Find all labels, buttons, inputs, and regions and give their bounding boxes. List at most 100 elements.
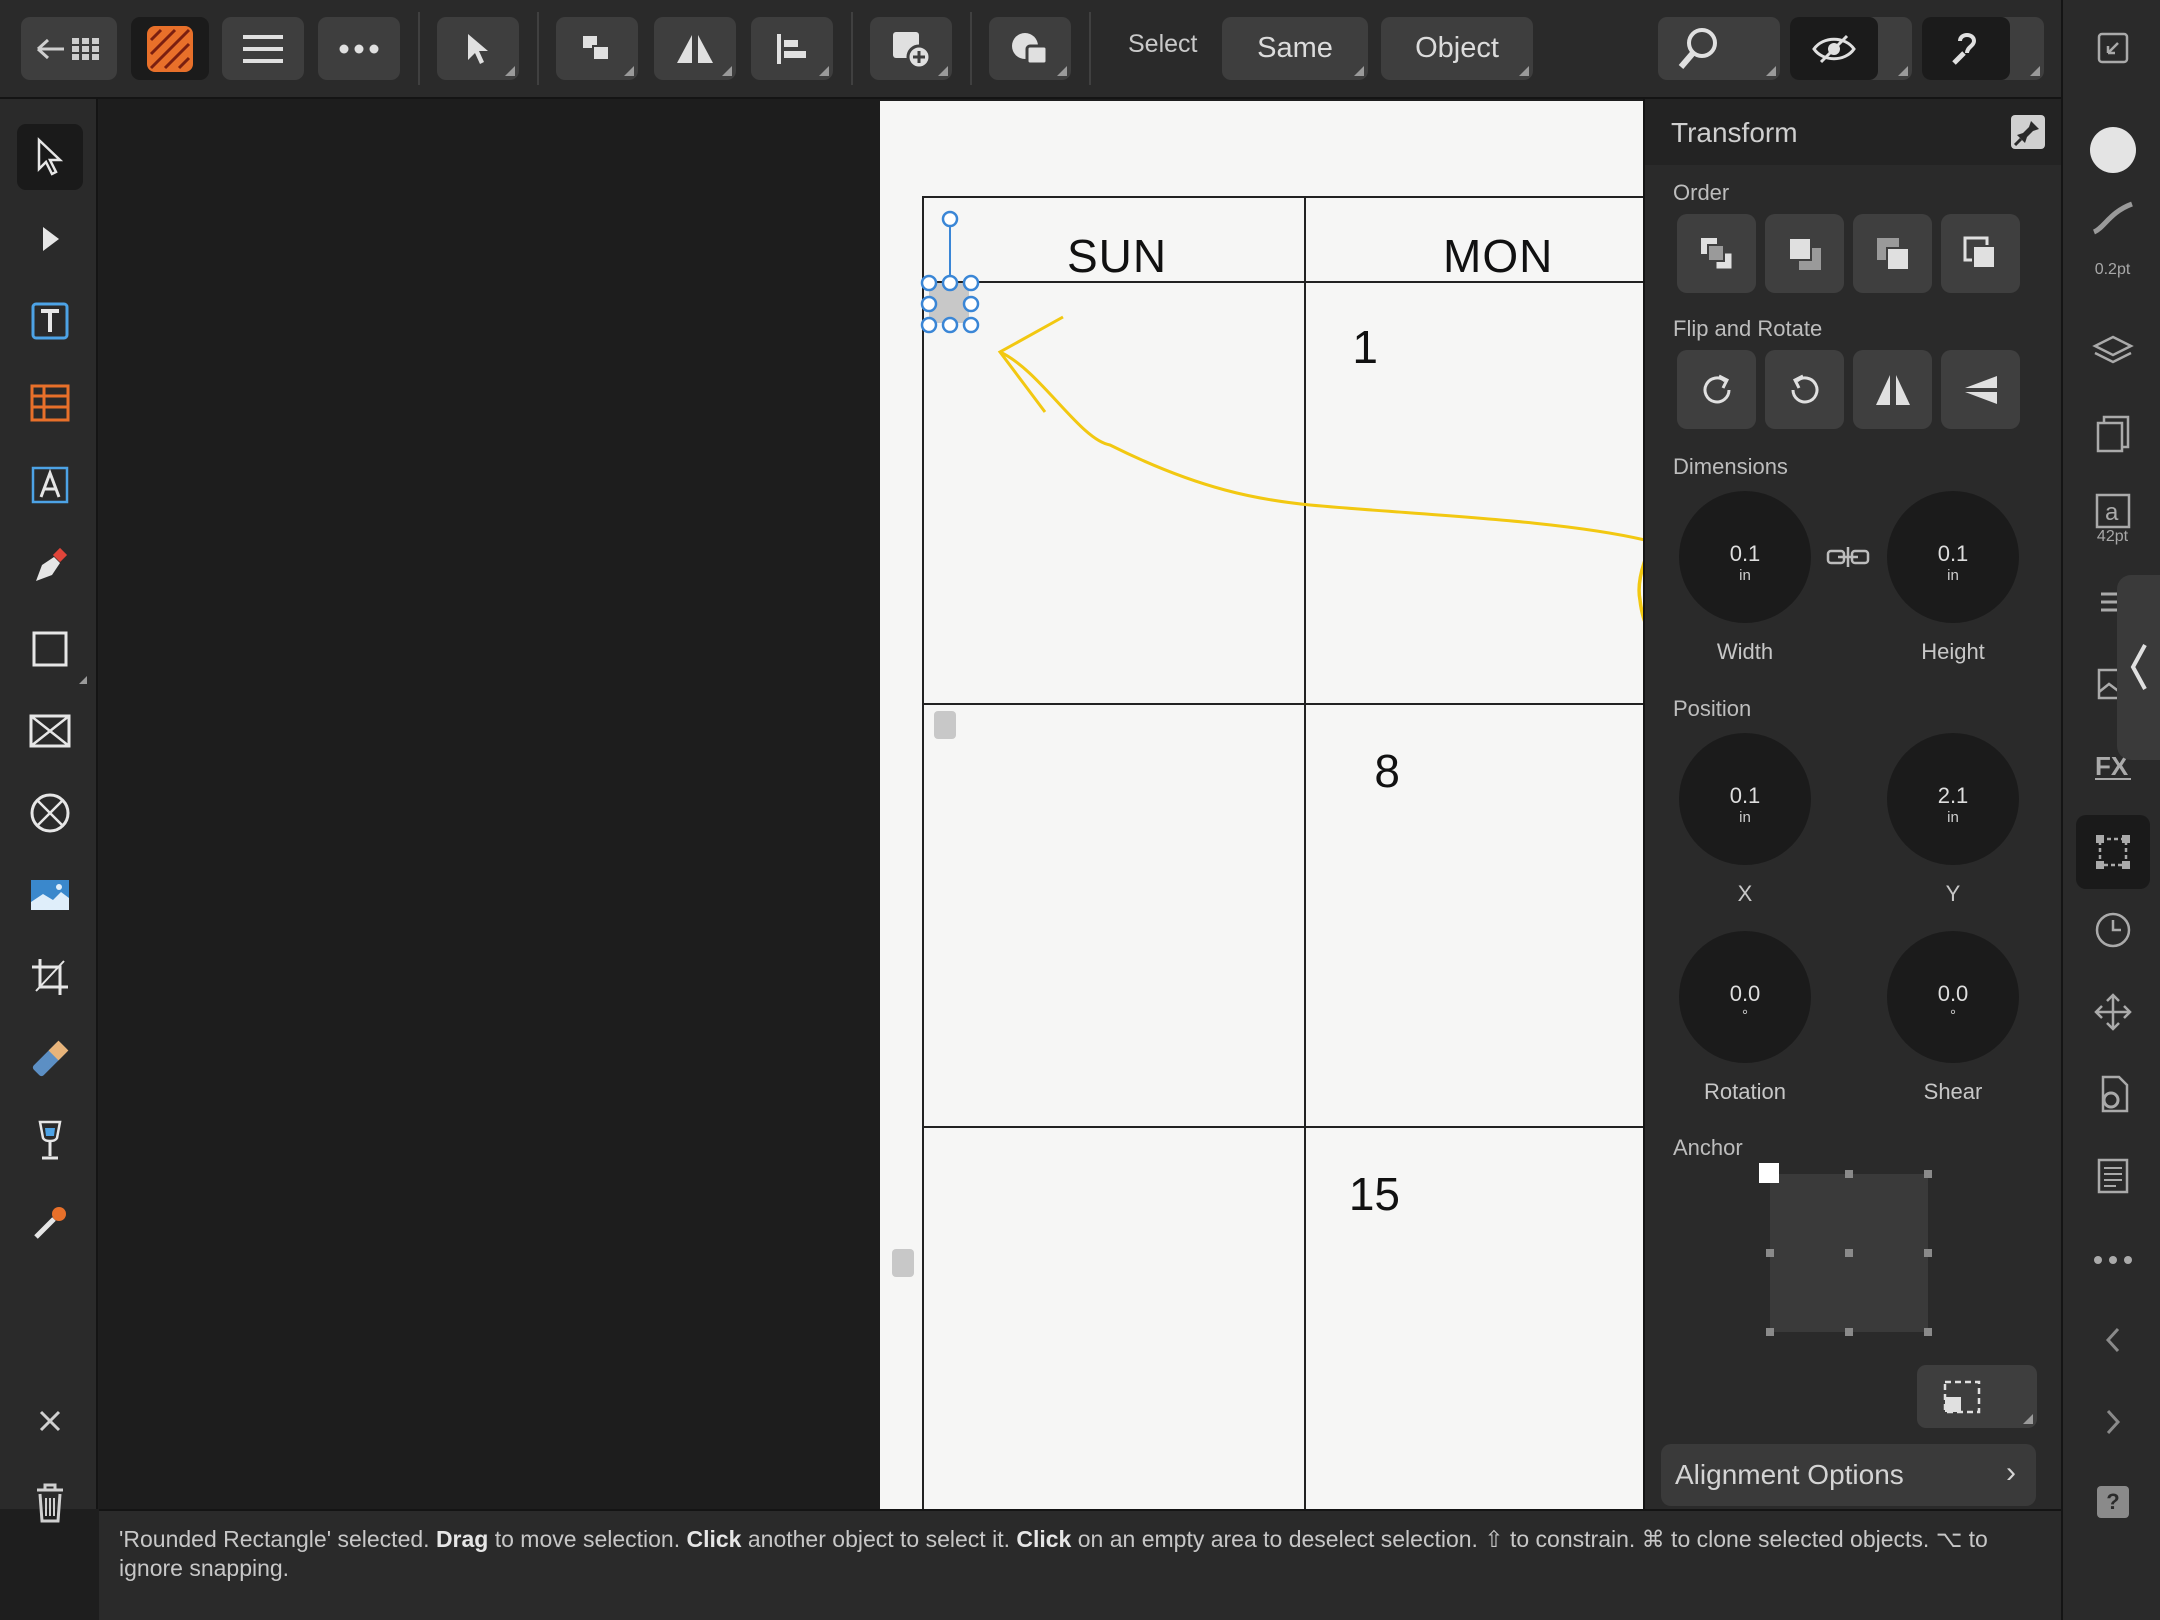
history-button[interactable] [2089,906,2137,954]
glass-icon [38,1120,62,1160]
anchor-point[interactable] [1924,1328,1932,1336]
picture-frame-tool[interactable] [17,698,83,764]
move-back-one-icon [1787,236,1821,270]
text-frame-button[interactable] [2089,1152,2137,1200]
eyedropper-icon [34,1207,66,1239]
fill-color-swatch[interactable] [2089,126,2137,174]
move-back-one-button[interactable] [1765,214,1844,293]
artistic-text-tool[interactable] [17,452,83,518]
anchor-point[interactable] [1924,1170,1932,1178]
ellipse-frame-tool[interactable] [17,780,83,846]
view-mode-active [1790,17,1878,80]
insert-button[interactable] [870,17,952,80]
anchor-point[interactable] [1766,1249,1774,1257]
document-canvas[interactable]: SUN MON 1 8 15 1 [99,99,1643,1509]
flip-horizontal-button[interactable] [1853,350,1932,429]
move-tool[interactable] [17,124,83,190]
toggle-ui-button[interactable] [2089,24,2137,72]
app-persona-button[interactable] [131,17,209,80]
stroke-swatch[interactable] [2089,194,2137,242]
pages-button[interactable] [2089,410,2137,458]
more-options-button[interactable] [318,17,400,80]
y-position-dial[interactable]: 2.1 in [1887,733,2019,865]
back-to-home-button[interactable] [21,17,117,80]
x-position-dial[interactable]: 0.1 in [1679,733,1811,865]
status-key: Click [1016,1526,1072,1552]
delete-button[interactable] [17,1470,83,1536]
close-icon [39,1410,61,1432]
rounded-rectangle-object[interactable] [934,711,956,739]
frame-text-tool[interactable] [17,288,83,354]
help-button[interactable]: ? [2089,1478,2137,1526]
layers-button[interactable] [2089,328,2137,376]
character-icon: a [2095,493,2131,529]
table-tool[interactable] [17,370,83,436]
eye-icon [1812,34,1856,63]
rounded-rectangle-object[interactable] [892,1249,914,1277]
transparency-tool[interactable] [17,1026,83,1092]
grid-line [922,703,1643,705]
move-to-back-button[interactable] [1677,214,1756,293]
hand-question-icon [1952,32,1977,65]
width-dial[interactable]: 0.1 in [1679,491,1811,623]
align-button[interactable] [751,17,833,80]
shear-dial[interactable]: 0.0 ° [1887,931,2019,1063]
close-context-button[interactable] [17,1388,83,1454]
boolean-ops-button[interactable] [989,17,1071,80]
crop-tool[interactable] [17,944,83,1010]
flip-vertical-icon [1964,375,1997,404]
anchor-point-selected[interactable] [1759,1163,1779,1183]
rotation-dial[interactable]: 0.0 ° [1679,931,1811,1063]
anchor-point[interactable] [1845,1328,1853,1336]
link-icon [1826,547,1870,567]
arrange-button[interactable] [556,17,638,80]
lock-aspect-button[interactable] [1826,545,1870,574]
rotate-counterclockwise-button[interactable] [1765,350,1844,429]
panel-title: Transform [1671,117,1798,148]
preferences-button[interactable] [2089,1070,2137,1118]
move-to-front-button[interactable] [1941,214,2020,293]
view-mode-button[interactable] [1790,17,1912,80]
toolbar-separator [970,12,972,85]
more-studios-button[interactable] [2089,1236,2137,1284]
zoom-button[interactable] [1658,17,1780,80]
selection-mode-button[interactable] [437,17,519,80]
previous-button[interactable] [2089,1316,2137,1364]
anchor-point[interactable] [1845,1249,1853,1257]
transform-button[interactable] [2089,828,2137,876]
chevron-right-icon [2106,1409,2121,1435]
next-button[interactable] [2089,1398,2137,1446]
transform-panel: Transform Order Flip and Rotate Dimensio… [1643,99,2063,1509]
pin-panel-button[interactable] [2011,115,2045,149]
move-to-front-icon [1963,236,1996,269]
select-object-button[interactable]: Object [1381,17,1533,80]
help-mode-button[interactable] [1922,17,2044,80]
context-toolbar-tab[interactable] [2117,575,2160,760]
alignment-options-button[interactable]: Alignment Options › [1661,1444,2036,1506]
color-picker-tool[interactable] [17,1190,83,1256]
pen-tool[interactable] [17,534,83,600]
anchor-point[interactable] [1924,1249,1932,1257]
help-mode-active [1922,17,2010,80]
tools-panel [0,99,98,1523]
flip-vertical-button[interactable] [1941,350,2020,429]
height-dial[interactable]: 0.1 in [1887,491,2019,623]
anchor-point[interactable] [1845,1170,1853,1178]
node-tool[interactable] [17,206,83,272]
anchor-point[interactable] [1766,1328,1774,1336]
navigator-button[interactable] [2089,988,2137,1036]
main-menu-button[interactable] [222,17,304,80]
transform-origin-button[interactable] [1917,1365,2037,1428]
anchor-selector[interactable] [1759,1163,1932,1336]
rotate-clockwise-button[interactable] [1677,350,1756,429]
move-forward-one-button[interactable] [1853,214,1932,293]
flip-horizontal-icon [1875,374,1910,405]
place-image-tool[interactable] [17,862,83,928]
image-icon [31,880,69,910]
flip-button[interactable] [654,17,736,80]
vector-brush-tool[interactable] [17,1108,83,1174]
select-same-button[interactable]: Same [1222,17,1368,80]
shapes-icon [1012,32,1049,65]
rectangle-tool[interactable] [17,616,87,684]
selection-handles[interactable] [915,209,985,334]
